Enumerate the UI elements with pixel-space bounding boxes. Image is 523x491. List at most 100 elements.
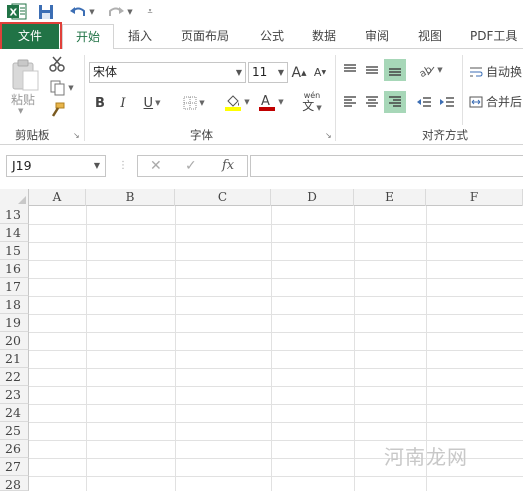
gridline [354,206,355,491]
select-all-button[interactable] [0,189,29,206]
formula-input[interactable] [250,155,523,177]
orientation-icon[interactable]: ab ▼ [416,61,446,79]
format-painter-icon[interactable] [47,101,67,119]
shrink-font-button[interactable]: A ▼ [312,62,328,83]
align-left-icon[interactable] [342,93,358,111]
wrap-text-icon [470,67,483,76]
gridline [271,206,272,491]
row-header[interactable]: 18 [0,296,29,314]
column-header-b[interactable]: B [86,189,175,206]
borders-icon [183,96,197,110]
tab-view[interactable]: 视图 [408,24,452,49]
group-separator [335,55,336,141]
tab-page-layout[interactable]: 页面布局 [170,24,240,49]
paste-dropdown-icon[interactable]: ▼ [18,107,23,115]
paste-icon[interactable] [8,57,42,93]
excel-logo-icon: X [6,3,28,20]
row-header[interactable]: 23 [0,386,29,404]
save-icon[interactable] [37,3,55,20]
row-header[interactable]: 24 [0,404,29,422]
chevron-down-icon[interactable]: ▼ [94,156,100,176]
quick-access-toolbar: X ▼ ▼ ⩡ [0,0,523,24]
row-header[interactable]: 22 [0,368,29,386]
row-header[interactable]: 15 [0,242,29,260]
tab-home[interactable]: 开始 [62,24,114,50]
align-bottom-icon[interactable] [384,59,406,81]
gridline [29,386,523,387]
grow-font-button[interactable]: A ▲ [291,62,307,83]
tab-insert[interactable]: 插入 [118,24,162,49]
enter-icon[interactable]: ✓ [185,158,197,174]
row-header[interactable]: 20 [0,332,29,350]
row-header[interactable]: 14 [0,224,29,242]
paste-label[interactable]: 粘贴 [11,91,35,108]
tab-data[interactable]: 数据 [302,24,346,49]
tab-review[interactable]: 审阅 [355,24,399,49]
row-header[interactable]: 17 [0,278,29,296]
gridline [29,350,523,351]
column-header-c[interactable]: C [175,189,271,206]
gridline [29,296,523,297]
ribbon-tabs: 文件 开始 插入 页面布局 公式 数据 审阅 视图 PDF工具 [0,24,523,50]
fill-color-button[interactable]: ▼ [222,91,252,113]
formula-buttons: ✕ ✓ fx [137,155,248,177]
font-name-value: 宋体 [93,65,118,79]
font-size-combo[interactable]: 11 ▼ [248,62,288,83]
chevron-down-icon[interactable]: ▼ [278,63,284,82]
row-header[interactable]: 16 [0,260,29,278]
gridline [29,242,523,243]
alignment-group-label: 对齐方式 [422,128,468,142]
undo-icon[interactable]: ▼ [67,3,97,20]
font-name-combo[interactable]: 宋体 ▼ [89,62,246,83]
wrap-text-button[interactable]: 自动换 [469,63,522,80]
row-header[interactable]: 28 [0,476,29,491]
column-header-e[interactable]: E [354,189,426,206]
font-group-label: 字体 [190,128,213,142]
row-header[interactable]: 27 [0,458,29,476]
gridline [29,404,523,405]
gridline [29,314,523,315]
row-header[interactable]: 26 [0,440,29,458]
align-middle-icon[interactable] [364,61,380,79]
decrease-indent-icon[interactable] [415,93,433,111]
font-launcher-icon[interactable]: ↘ [325,132,333,140]
increase-indent-icon[interactable] [438,93,456,111]
gridline [29,278,523,279]
name-box[interactable]: J19 ▼ [6,155,106,177]
merge-center-icon [469,96,483,107]
cut-icon[interactable] [47,55,67,73]
italic-button[interactable]: I [116,93,130,113]
row-header[interactable]: 25 [0,422,29,440]
cancel-icon[interactable]: ✕ [150,158,162,174]
tab-file[interactable]: 文件 [1,24,59,49]
phonetic-button[interactable]: wén 文 ▼ [296,91,328,115]
gridline [29,260,523,261]
align-top-icon[interactable] [342,61,358,79]
underline-button[interactable]: U ▼ [138,93,166,113]
row-header[interactable]: 13 [0,206,29,224]
font-size-value: 11 [252,65,268,79]
align-center-icon[interactable] [364,93,380,111]
chevron-down-icon[interactable]: ▼ [236,63,242,82]
bold-button[interactable]: B [93,93,107,113]
column-header-d[interactable]: D [271,189,354,206]
redo-icon[interactable]: ▼ [106,3,134,20]
borders-button[interactable]: ▼ [177,93,211,113]
clipboard-launcher-icon[interactable]: ↘ [73,132,81,140]
tab-formulas[interactable]: 公式 [250,24,294,49]
row-header[interactable]: 21 [0,350,29,368]
copy-icon[interactable]: ▼ [47,79,77,97]
tab-pdf-tools[interactable]: PDF工具 [462,24,523,49]
gridline [29,422,523,423]
font-color-button[interactable]: A ▼ [256,91,286,113]
column-header-a[interactable]: A [29,189,86,206]
column-header-f[interactable]: F [426,189,523,206]
align-right-icon[interactable] [384,91,406,113]
gridline [29,332,523,333]
row-header[interactable]: 19 [0,314,29,332]
merge-center-button[interactable]: 合并后 [469,93,522,110]
fill-color-icon [225,95,242,111]
customize-qat-icon[interactable]: ⩡ [144,3,156,20]
insert-function-button[interactable]: fx [222,158,234,173]
svg-text:X: X [10,8,18,19]
